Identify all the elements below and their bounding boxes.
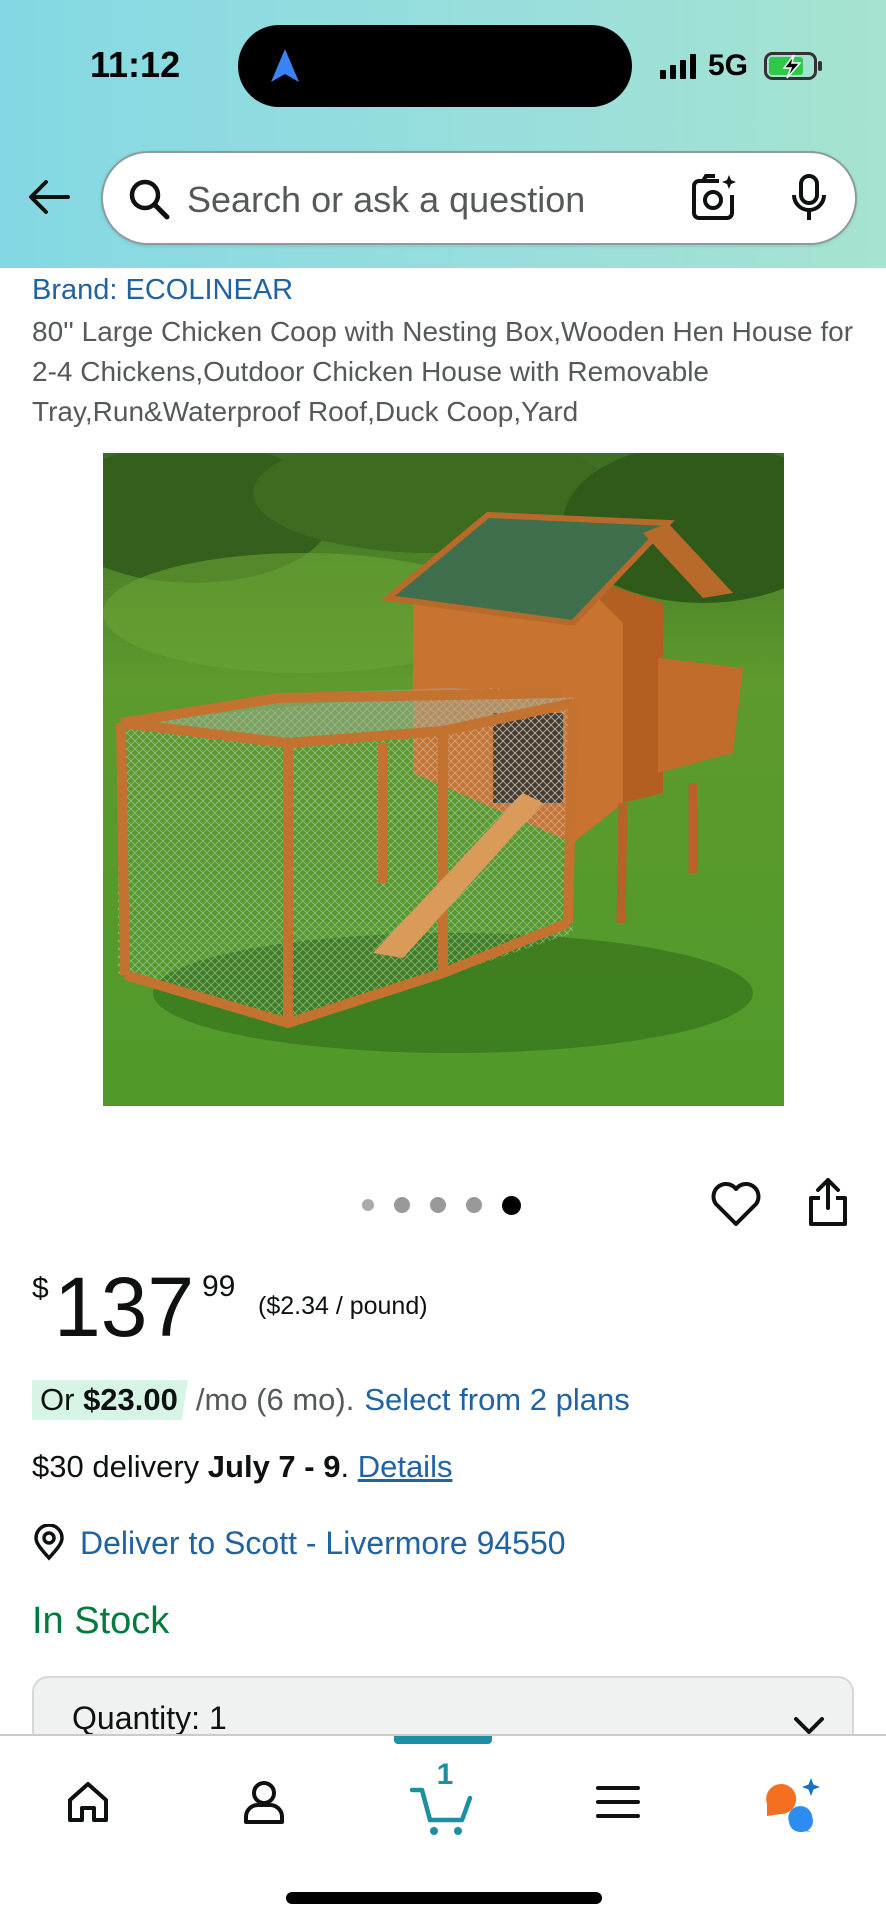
- deliver-to-location[interactable]: Deliver to Scott - Livermore 94550: [32, 1520, 566, 1566]
- location-pin-icon: [34, 1524, 64, 1561]
- person-icon: [244, 1781, 284, 1824]
- home-icon: [68, 1782, 108, 1822]
- share-icon[interactable]: [806, 1176, 850, 1228]
- home-indicator[interactable]: [286, 1892, 602, 1904]
- search-bar[interactable]: Search or ask a question: [101, 151, 857, 245]
- nav-ai-assistant[interactable]: [752, 1778, 832, 1848]
- signal-icon: [660, 53, 696, 79]
- camera-lens-icon[interactable]: [689, 173, 739, 223]
- delivery-dates: July 7 - 9: [207, 1449, 341, 1484]
- installment-amount-badge: Or $23.00: [32, 1380, 188, 1420]
- delivery-separator: .: [340, 1449, 358, 1484]
- cart-count-badge: 1: [436, 1758, 454, 1791]
- search-icon: [129, 179, 170, 220]
- carousel-dot[interactable]: [394, 1197, 410, 1213]
- back-arrow-icon[interactable]: [26, 174, 72, 220]
- carousel-dot-active[interactable]: [502, 1195, 521, 1215]
- navigation-arrow-icon: [271, 49, 299, 82]
- installment-amount: $23.00: [83, 1382, 178, 1417]
- app-header: 11:12 5G Search or ask a question: [0, 0, 886, 268]
- menu-icon: [596, 1786, 640, 1818]
- battery-charging-icon: [764, 52, 823, 80]
- status-time: 11:12: [90, 44, 181, 85]
- installment-prefix: Or: [40, 1382, 84, 1417]
- status-indicators: 5G: [660, 48, 824, 84]
- product-image[interactable]: [103, 453, 784, 1106]
- quantity-label: Quantity: 1: [72, 1700, 227, 1736]
- delivery-cost: $30 delivery: [32, 1449, 208, 1484]
- select-plans-link[interactable]: Select from 2 plans: [364, 1382, 629, 1418]
- network-label: 5G: [708, 49, 749, 82]
- image-carousel-dots[interactable]: [362, 1194, 521, 1216]
- ai-assistant-icon: [766, 1778, 820, 1832]
- dynamic-island: [238, 25, 632, 107]
- price-currency-symbol: $: [32, 1272, 49, 1305]
- chicken-coop-image: [103, 453, 784, 1106]
- heart-icon[interactable]: [710, 1180, 762, 1228]
- carousel-dot[interactable]: [362, 1199, 374, 1211]
- stock-status: In Stock: [32, 1600, 170, 1642]
- nav-home[interactable]: [48, 1778, 128, 1848]
- nav-menu[interactable]: [578, 1778, 658, 1848]
- carousel-dot[interactable]: [466, 1197, 482, 1213]
- delivery-info: $30 delivery July 7 - 9. Details: [32, 1449, 452, 1485]
- unit-price: ($2.34 / pound): [258, 1292, 428, 1320]
- price-whole: 137: [54, 1260, 195, 1354]
- carousel-dot[interactable]: [430, 1197, 446, 1213]
- nav-account[interactable]: [224, 1778, 304, 1848]
- search-input[interactable]: Search or ask a question: [187, 179, 585, 221]
- price-fraction: 99: [202, 1270, 236, 1303]
- bottom-navigation: 1: [0, 1734, 886, 1920]
- product-title: 80'' Large Chicken Coop with Nesting Box…: [32, 316, 854, 427]
- installment-term: /mo (6 mo).: [195, 1382, 355, 1417]
- delivery-details-link[interactable]: Details: [358, 1449, 453, 1484]
- deliver-to-link[interactable]: Deliver to Scott - Livermore 94550: [80, 1525, 566, 1562]
- microphone-icon[interactable]: [789, 173, 829, 223]
- brand-link[interactable]: Brand: ECOLINEAR: [32, 274, 293, 307]
- installment-offer: Or $23.00 /mo (6 mo). Select from 2 plan…: [32, 1377, 630, 1423]
- active-tab-indicator: [394, 1736, 492, 1744]
